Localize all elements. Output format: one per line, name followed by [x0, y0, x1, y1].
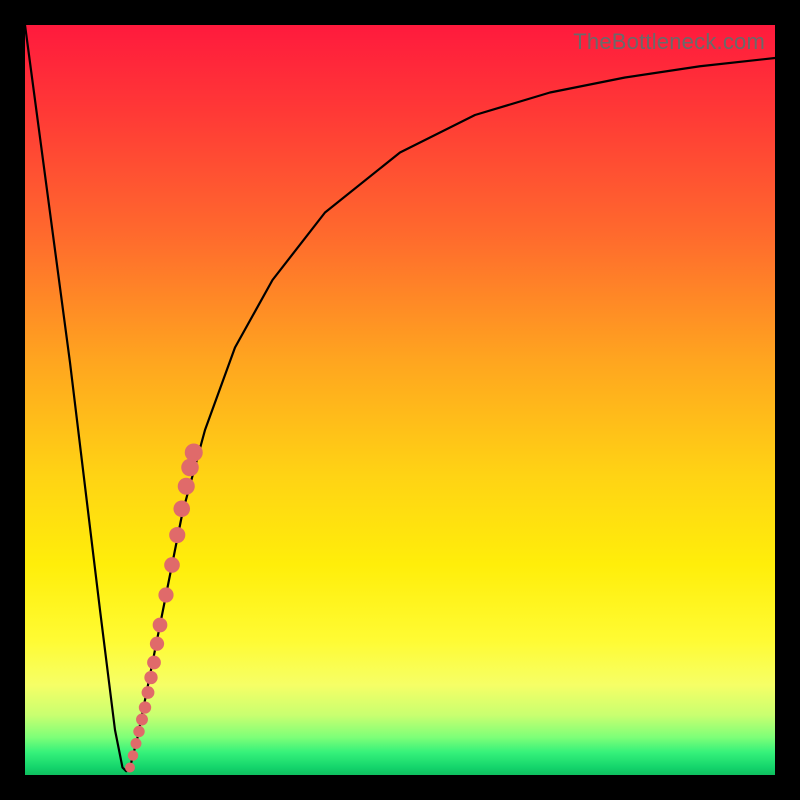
highlight-dot [153, 618, 168, 633]
chart-frame: TheBottleneck.com [0, 0, 800, 800]
highlight-dot [181, 459, 199, 477]
chart-svg [25, 25, 775, 775]
highlight-dot [185, 444, 203, 462]
highlight-dot [150, 637, 164, 651]
highlight-dot [164, 557, 180, 573]
highlight-dot [169, 527, 185, 543]
highlight-dot [131, 738, 142, 749]
highlight-dot [128, 750, 138, 760]
highlight-dot [136, 714, 148, 726]
highlight-dot [147, 656, 161, 670]
highlight-dot [173, 500, 190, 517]
highlight-dot [144, 671, 157, 684]
highlight-dot [139, 701, 151, 713]
plot-area: TheBottleneck.com [25, 25, 775, 775]
highlight-dot [142, 686, 155, 699]
highlight-dot [133, 726, 144, 737]
highlight-dot [125, 763, 135, 773]
highlight-dot [158, 587, 173, 602]
highlight-dot [178, 478, 195, 495]
bottleneck-curve-line [25, 25, 775, 771]
